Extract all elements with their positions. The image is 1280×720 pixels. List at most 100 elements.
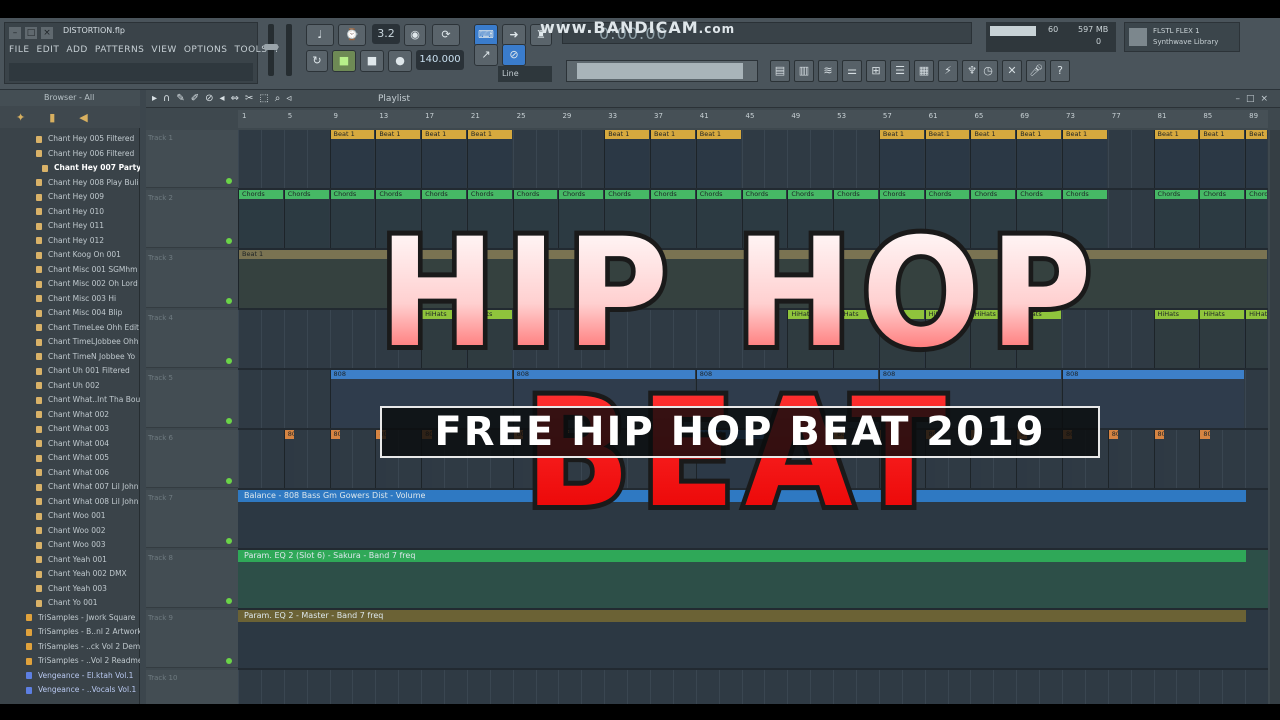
browser-item[interactable]: Chant Hey 011 (0, 219, 140, 234)
plugin-icon[interactable]: ⚡ (938, 60, 958, 82)
close-icon[interactable]: × (41, 27, 53, 39)
browser-item[interactable]: Chant Hey 008 Play Buli (0, 176, 140, 191)
browser-item[interactable]: Chant What..Int Tha Bou (0, 393, 140, 408)
play-button[interactable]: ■ (332, 50, 356, 72)
browser-item[interactable]: Vengeance - El.ktah Vol.1 (0, 669, 140, 684)
pattern-clip[interactable]: Beat 1 (1199, 130, 1245, 188)
track-header[interactable]: Track 10 (146, 670, 238, 704)
browser-item[interactable]: Chant What 007 Lil John (0, 480, 140, 495)
browser-header[interactable]: Browser - All (0, 90, 140, 106)
browser-item[interactable]: Chant What 002 (0, 408, 140, 423)
browser-item[interactable]: Chant Misc 004 Blip (0, 306, 140, 321)
browser-item[interactable]: Chant Woo 001 (0, 509, 140, 524)
browser-item[interactable]: Chant Yeah 003 (0, 582, 140, 597)
browser-item[interactable]: Chant TimeLJobbee Ohh (0, 335, 140, 350)
minimize-icon[interactable]: – (9, 27, 21, 39)
track-mute-led[interactable] (226, 238, 232, 244)
browser-item[interactable]: Chant Misc 003 Hi (0, 292, 140, 307)
slice-icon[interactable]: ✂ (245, 90, 253, 108)
stop-button[interactable]: ■ (360, 50, 384, 72)
track-header[interactable]: Track 4 (146, 310, 238, 368)
master-pitch-slider[interactable] (286, 24, 292, 76)
browser-item[interactable]: Chant TimeN Jobbee Yo (0, 350, 140, 365)
pattern-clip[interactable]: Beat 1 (1062, 130, 1107, 188)
slip-icon[interactable]: ⇔ (231, 90, 239, 108)
plugin-news-panel[interactable]: FLSTL FLEX 1 Synthwave Library (1124, 22, 1240, 52)
playlist-vertical-scrollbar[interactable] (1270, 130, 1280, 704)
playlist-close-icon[interactable]: × (1260, 90, 1268, 108)
browser-item[interactable]: Chant Misc 002 Oh Lord (0, 277, 140, 292)
pattern-clip[interactable]: Beat 1 (1245, 130, 1267, 188)
speaker-icon[interactable]: ◃ (286, 90, 291, 108)
pattern-clip[interactable]: Beat 1 (695, 130, 741, 188)
pattern-clip[interactable]: Beat 1 (1153, 130, 1199, 188)
master-volume-slider[interactable] (264, 24, 278, 76)
pattern-clip[interactable]: Beat 1 (375, 130, 421, 188)
browser-item[interactable]: Chant What 004 (0, 437, 140, 452)
track-mute-led[interactable] (226, 478, 232, 484)
pattern-clip[interactable]: Beat 1 (924, 130, 970, 188)
browser-item[interactable]: Chant Yo 001 (0, 596, 140, 611)
record-button[interactable]: ● (388, 50, 412, 72)
select-icon[interactable]: ⬚ (259, 90, 268, 108)
record-mode-button[interactable]: ◉ (404, 24, 426, 46)
track-mute-led[interactable] (226, 598, 232, 604)
track-mute-led[interactable] (226, 178, 232, 184)
browser-item[interactable]: Chant Misc 001 SGMhm (0, 263, 140, 278)
browser-item[interactable]: Chant Hey 009 (0, 190, 140, 205)
track-mute-led[interactable] (226, 358, 232, 364)
menu-item-add[interactable]: ADD (66, 45, 88, 55)
track-mute-led[interactable] (226, 418, 232, 424)
snap-tool-button[interactable]: ↗ (474, 44, 498, 66)
magnet-icon[interactable]: ∩ (163, 90, 170, 108)
pattern-clip[interactable]: Beat 1 (878, 130, 924, 188)
step-edit-button[interactable]: ➜ (502, 24, 526, 46)
microphone-icon[interactable]: 🎤︎ (1026, 60, 1046, 82)
playlist-maximize-icon[interactable]: □ (1246, 90, 1255, 108)
track-header[interactable]: Track 6 (146, 430, 238, 488)
tempo-tap-button[interactable]: ♩ (306, 24, 334, 46)
pattern-clip[interactable]: Beat 1 (650, 130, 695, 188)
browser-item[interactable]: Chant Yeah 001 (0, 553, 140, 568)
mixer-icon[interactable]: ⚌ (842, 60, 862, 82)
browser-item[interactable]: Chant What 005 (0, 451, 140, 466)
track-mute-led[interactable] (226, 658, 232, 664)
browser-item[interactable]: TriSamples - B..nl 2 Artwork (0, 625, 140, 640)
automation-lane[interactable]: Param. EQ 2 (Slot 6) - Sakura - Band 7 f… (238, 550, 1268, 608)
menu-item-tools[interactable]: TOOLS (235, 45, 268, 55)
pattern-clip[interactable]: Beat 1 (604, 130, 649, 188)
pattern-clip[interactable]: Beat 1 (466, 130, 512, 188)
browser-item[interactable]: TriSamples - ..ck Vol 2 Demo (0, 640, 140, 655)
browser-item[interactable]: Chant Woo 003 (0, 538, 140, 553)
browser-item[interactable]: Chant Hey 005 Filtered (0, 132, 140, 147)
menu-item-file[interactable]: FILE (9, 45, 30, 55)
browser-item[interactable]: Chant Hey 012 (0, 234, 140, 249)
typing-keyboard-button[interactable]: ⌨ (474, 24, 498, 46)
menu-item-options[interactable]: OPTIONS (184, 45, 228, 55)
pattern-clip[interactable]: Beat 1 (421, 130, 466, 188)
browser-back-icon[interactable]: ◀ (79, 111, 87, 124)
snap-select[interactable]: Line (498, 66, 552, 82)
timeline-ruler[interactable]: 1 5 9 13 17 21 25 29 33 37 41 45 49 53 57 61 65 69 73 77 81 8… (238, 110, 1268, 128)
pattern-selector[interactable]: 3.2 (372, 24, 400, 44)
browser-icon[interactable]: ☰ (890, 60, 910, 82)
track-header[interactable]: Track 8 (146, 550, 238, 608)
pattern-clip[interactable]: Chords (1245, 190, 1267, 248)
pattern-clip[interactable]: Beat 1 (1016, 130, 1061, 188)
track-header[interactable]: Track 3 (146, 250, 238, 308)
piano-roll-icon[interactable]: ▥ (794, 60, 814, 82)
channel-rack-icon[interactable]: ≋ (818, 60, 838, 82)
track-mute-led[interactable] (226, 538, 232, 544)
browser-item[interactable]: Chant What 006 (0, 466, 140, 481)
browser-item[interactable]: TriSamples - Jwork Square (0, 611, 140, 626)
browser-item[interactable]: Vengeance - ..Vocals Vol.1 (0, 683, 140, 698)
help-icon[interactable]: ? (1050, 60, 1070, 82)
pattern-clip[interactable]: Beat 1 (970, 130, 1016, 188)
mute-icon[interactable]: ◂ (220, 90, 225, 108)
paint-icon[interactable]: ✐ (191, 90, 199, 108)
plugin-picker-icon[interactable]: ⊞ (866, 60, 886, 82)
zoom-icon[interactable]: ⌕ (275, 90, 281, 108)
playlist-window-icon[interactable]: ▤ (770, 60, 790, 82)
menu-item-patterns[interactable]: PATTERNS (95, 45, 145, 55)
track-header[interactable]: Track 9 (146, 610, 238, 668)
